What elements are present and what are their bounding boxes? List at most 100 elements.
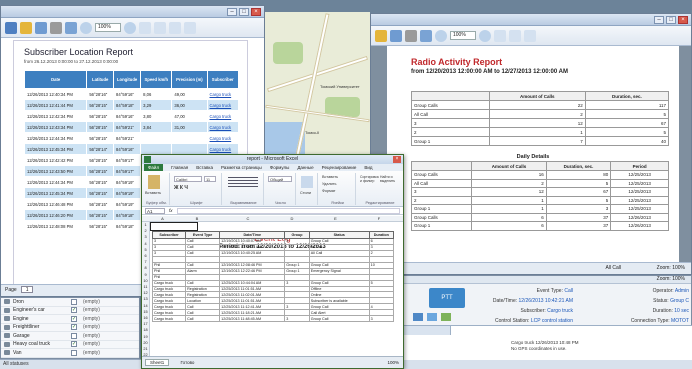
font-name-select[interactable]: Calibri <box>174 176 202 182</box>
selected-cell[interactable] <box>150 222 198 231</box>
layer-checkbox[interactable]: ✓ <box>71 315 77 322</box>
table-cell[interactable]: Call <box>185 315 221 323</box>
zoom-in-icon[interactable] <box>479 29 491 42</box>
export-icon[interactable] <box>420 29 432 42</box>
subscriber-link[interactable]: Cargo truck <box>206 143 239 155</box>
prev-page-icon[interactable] <box>494 29 506 42</box>
report-period: from 12/20/2013 12:00:00 AM to 12/27/201… <box>411 69 568 75</box>
layer-checkbox[interactable] <box>71 332 77 339</box>
ribbon-tab[interactable]: Формулы <box>270 164 290 171</box>
sheet-zoom[interactable]: 100% <box>387 357 399 368</box>
layer-row[interactable]: Heavy coal truck ✓ (empty) <box>1 341 139 349</box>
table-cell[interactable]: 12/25/2013 11:48:45 AM <box>219 315 286 323</box>
minimize-button[interactable]: – <box>654 15 664 24</box>
layer-name: Van <box>13 349 22 356</box>
styles-button[interactable]: Стили <box>300 191 311 195</box>
maximize-button[interactable]: □ <box>239 7 249 16</box>
zoom-in-icon[interactable] <box>124 21 136 34</box>
minimize-button[interactable]: – <box>227 7 237 16</box>
layer-row[interactable]: Freighttliner ✓ (empty) <box>1 324 139 332</box>
notification-body: No GPS coordinates in use. <box>511 346 567 351</box>
sheet-tab[interactable]: Sheet1 <box>145 359 170 366</box>
maximize-button[interactable]: □ <box>666 15 676 24</box>
ribbon-tab[interactable]: Рецензирование <box>322 164 357 171</box>
zoom-select[interactable]: 100% <box>95 23 121 32</box>
subscriber-link[interactable]: Cargo truck <box>206 99 239 111</box>
vehicle-icon <box>4 333 10 339</box>
styles-icon[interactable] <box>301 176 313 188</box>
find-select-button[interactable]: Найти и выделить <box>380 175 400 183</box>
layer-checkbox[interactable]: ✓ <box>71 324 77 331</box>
folder-icon[interactable] <box>375 29 387 42</box>
close-button[interactable]: × <box>678 15 688 24</box>
ribbon-tab[interactable]: Разметка страницы <box>221 164 262 171</box>
print-icon[interactable] <box>50 21 62 34</box>
open-icon[interactable] <box>5 21 17 34</box>
group-label: Буфер обм. <box>146 201 167 205</box>
layer-checkbox[interactable] <box>71 349 77 356</box>
map-pin-icon[interactable] <box>441 313 451 321</box>
save-icon[interactable] <box>390 29 402 42</box>
paste-icon[interactable] <box>148 175 160 189</box>
subscriber-link[interactable]: Cargo truck <box>206 88 239 100</box>
table-cell[interactable]: 3 <box>284 315 310 323</box>
layer-name: Freighttliner <box>13 324 40 331</box>
next-page-icon[interactable] <box>509 29 521 42</box>
excel-logo-icon <box>144 156 151 163</box>
format-cells-button[interactable]: Формат <box>322 189 336 193</box>
ribbon-tabs: Файл Главная Вставка Разметка страницы Форму… <box>142 164 403 171</box>
table-cell[interactable]: Cargo truck <box>151 315 187 323</box>
subscriber-link[interactable]: Cargo truck <box>206 132 239 144</box>
save-icon[interactable] <box>35 21 47 34</box>
folder-icon[interactable] <box>20 21 32 34</box>
close-button[interactable]: × <box>251 7 261 16</box>
vehicle-icon <box>4 324 10 330</box>
export-icon[interactable] <box>65 21 77 34</box>
zoom-out-icon[interactable] <box>435 29 447 42</box>
font-size-select[interactable]: 11 <box>204 176 216 182</box>
ribbon-tab[interactable]: Данные <box>297 164 313 171</box>
insert-cells-button[interactable]: Вставить <box>322 175 338 179</box>
paste-button[interactable]: Вставить <box>145 191 161 195</box>
last-page-icon[interactable] <box>184 21 196 34</box>
ptt-button[interactable]: PTT <box>429 288 465 308</box>
subscriber-link[interactable]: Cargo truck <box>206 110 239 122</box>
subscriber-link[interactable]: Cargo truck <box>206 121 239 133</box>
notification-message: Cargo truck 12/26/2013 10:48 PM No GPS c… <box>511 340 579 352</box>
message-icon[interactable] <box>427 313 437 321</box>
layer-row[interactable]: Van (empty) <box>1 349 139 358</box>
print-icon[interactable] <box>405 29 417 42</box>
number-format-select[interactable]: Общий <box>268 176 292 182</box>
align-icon[interactable] <box>228 177 258 187</box>
map-view[interactable]: Томский Университет Томск-II <box>265 12 370 162</box>
column-header: Longitude <box>113 70 142 89</box>
layer-checkbox[interactable]: ✓ <box>71 307 77 314</box>
page-number-input[interactable]: 1 <box>21 286 34 293</box>
table-cell[interactable]: Group Call <box>308 315 370 323</box>
ribbon-tab[interactable]: Вид <box>364 164 372 171</box>
table-cell[interactable]: 3 <box>368 315 395 323</box>
bold-button[interactable]: Ж К Ч <box>174 185 188 191</box>
delete-cells-button[interactable]: Удалить <box>322 182 337 186</box>
ribbon-tab[interactable]: Вставка <box>196 164 213 171</box>
layer-row[interactable]: Engineer's car ✓ (empty) <box>1 307 139 315</box>
layer-checkbox[interactable] <box>71 298 77 305</box>
close-button[interactable]: × <box>393 156 401 163</box>
formula-input[interactable] <box>176 207 400 214</box>
layer-row[interactable]: Engine ✓ (empty) <box>1 315 139 324</box>
layer-row[interactable]: Garage (empty) <box>1 332 139 341</box>
first-page-icon[interactable] <box>139 21 151 34</box>
envelope-icon[interactable] <box>413 313 423 321</box>
status-filter[interactable]: All statuses <box>3 361 29 367</box>
zoom-out-icon[interactable] <box>80 21 92 34</box>
prev-page-icon[interactable] <box>154 21 166 34</box>
sort-filter-button[interactable]: Сортировка и фильтр <box>360 175 379 183</box>
layer-row[interactable]: Dron (empty) <box>1 298 139 307</box>
export-menu-icon[interactable] <box>524 29 536 42</box>
next-page-icon[interactable] <box>169 21 181 34</box>
name-box[interactable]: A1 <box>145 207 165 214</box>
ribbon-tab[interactable]: Главная <box>171 164 188 171</box>
ribbon-tab[interactable]: Файл <box>144 164 164 171</box>
layer-checkbox[interactable]: ✓ <box>71 341 77 348</box>
zoom-select[interactable]: 100% <box>450 31 476 40</box>
